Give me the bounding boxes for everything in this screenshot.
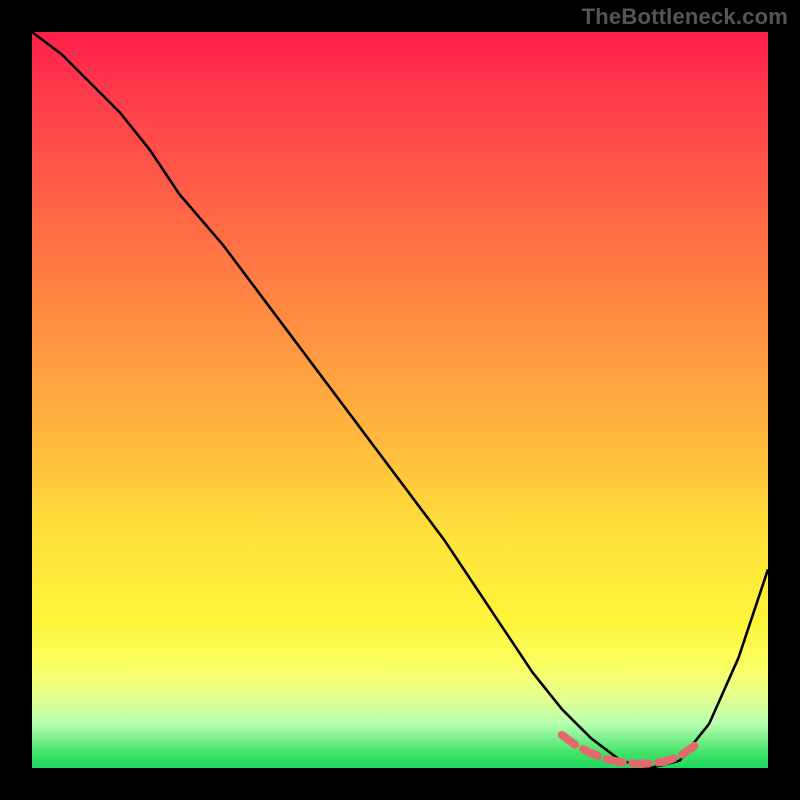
chart-frame: TheBottleneck.com [0, 0, 800, 800]
bottleneck-curve [32, 32, 768, 768]
chart-svg [32, 32, 768, 768]
watermark-text: TheBottleneck.com [582, 4, 788, 30]
optimal-segment [562, 735, 694, 764]
plot-area [32, 32, 768, 768]
